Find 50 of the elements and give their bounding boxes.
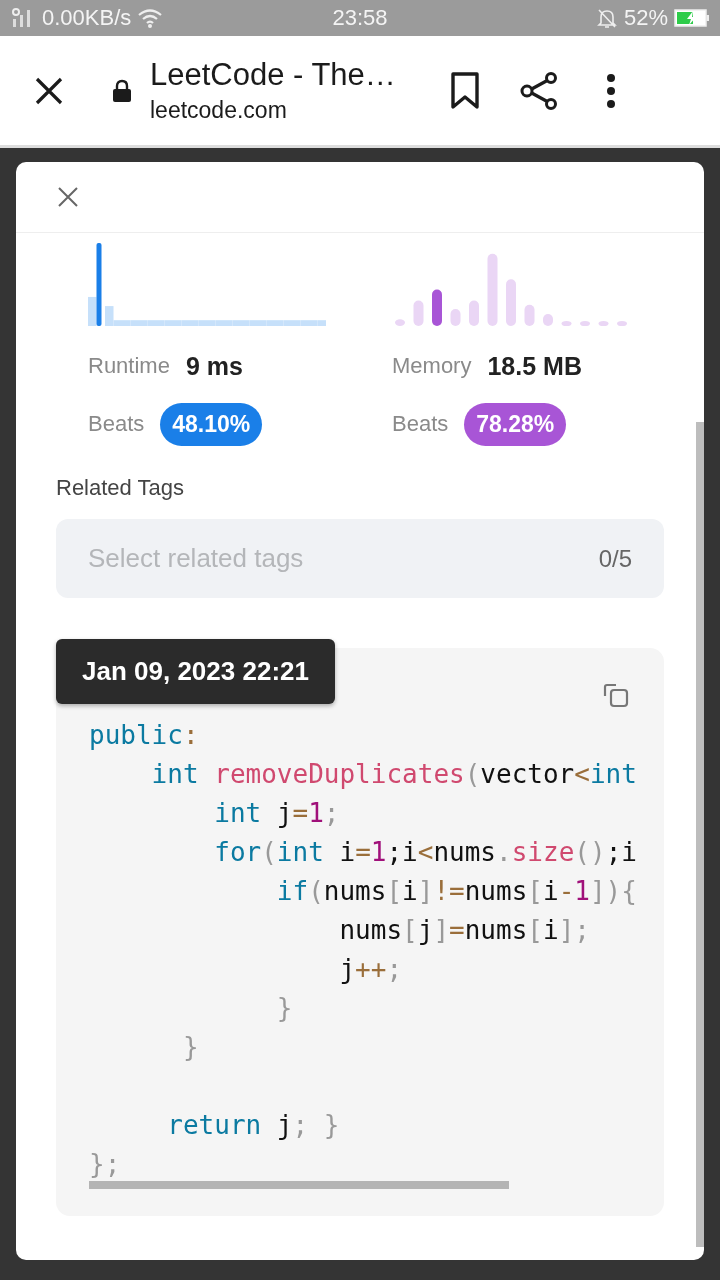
wifi-icon [137,7,164,29]
code-line: public: [89,719,200,752]
bar [524,304,535,326]
bar [580,320,590,326]
bar [561,320,572,326]
bar [395,319,405,326]
scrollbar[interactable] [696,422,704,1247]
bar [598,320,609,326]
code-line: if(nums[i]!=nums[i-1]){ [275,875,638,908]
copy-icon[interactable] [602,681,630,709]
beats-label: Beats [88,411,145,437]
beats-badge: 48.10% [160,402,263,446]
beats-label: Beats [392,411,449,437]
battery-percent: 52% [623,5,668,31]
tag-count: 0/5 [598,545,632,573]
more-menu-icon[interactable] [606,73,616,108]
lock-icon [112,78,132,103]
bar [450,309,461,326]
stat-value: 18.5 MB [487,351,582,381]
code-line: int j=1; [213,797,341,830]
code-line: for(int i=1;i<nums.size();i [213,836,638,869]
code-line: nums[j]=nums[i]; [338,914,591,947]
network-speed: 0.00KB/s [42,5,132,31]
code-line: return j; } [166,1109,341,1142]
bar [617,320,627,326]
stat-label: Memory [392,353,472,379]
clock: 23:58 [332,5,388,31]
bar [413,300,424,326]
bookmark-icon[interactable] [450,71,480,110]
page-url: leetcode.com [150,97,288,124]
beats-badge: 78.28% [464,402,567,446]
bar [543,314,553,326]
muted-bell-icon [595,7,618,29]
timestamp-tooltip: Jan 09, 2023 22:21 [56,639,335,704]
code-line: }; [89,1148,122,1181]
share-icon[interactable] [520,71,558,110]
stat-label: Runtime [88,353,170,379]
scrollbar[interactable] [89,1181,509,1189]
code-line: int removeDuplicates(vector<int [150,758,638,791]
bar [469,300,479,326]
section-title: Related Tags [56,475,185,501]
battery-charging-icon [674,8,710,28]
bar [432,289,442,326]
code-line: } [181,1031,200,1064]
stat-value: 9 ms [185,351,243,381]
code-line: } [275,992,294,1025]
page-title: LeetCode - The… [150,57,397,93]
code-line: j++; [338,953,404,986]
close-icon[interactable] [34,75,64,106]
bar [506,279,516,326]
